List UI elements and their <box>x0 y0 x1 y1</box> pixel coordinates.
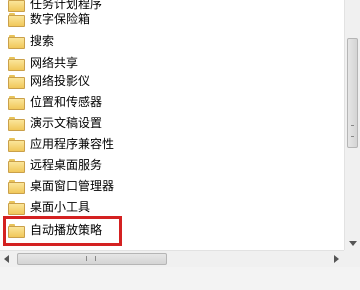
scroll-left-arrow-icon[interactable] <box>4 255 9 263</box>
tree-item-label: 应用程序兼容性 <box>30 137 115 151</box>
status-strip <box>0 267 360 290</box>
tree-item-network-projector[interactable]: 网络投影仪 <box>8 71 308 91</box>
horizontal-scroll-thumb[interactable] <box>17 253 167 265</box>
scrollbar-corner <box>344 250 360 267</box>
policy-folder-tree: 任务计划程序 数字保险箱 搜索 网络共享 网络投影仪 位置和传感器 演示文稿设置… <box>0 0 344 250</box>
folder-icon <box>8 137 25 152</box>
tree-item-desktop-gadgets[interactable]: 桌面小工具 <box>8 197 308 217</box>
tree-item-label: 位置和传感器 <box>30 95 103 109</box>
tree-item-desktop-window-manager[interactable]: 桌面窗口管理器 <box>8 176 308 196</box>
vertical-scroll-thumb[interactable] <box>347 38 358 148</box>
tree-item-app-compatibility[interactable]: 应用程序兼容性 <box>8 134 308 154</box>
highlight-box <box>3 216 122 246</box>
tree-item-remote-desktop[interactable]: 远程桌面服务 <box>8 155 308 175</box>
tree-item-label: 搜索 <box>30 34 55 48</box>
folder-icon <box>8 179 25 194</box>
tree-item-label: 数字保险箱 <box>30 12 91 26</box>
grip-icon <box>351 125 354 137</box>
scroll-down-arrow-icon[interactable] <box>349 241 357 246</box>
folder-icon <box>8 12 25 27</box>
tree-item-location-sensors[interactable]: 位置和传感器 <box>8 92 308 112</box>
tree-item-label: 桌面窗口管理器 <box>30 179 115 193</box>
folder-icon <box>8 95 25 110</box>
horizontal-scrollbar[interactable] <box>0 250 344 267</box>
tree-item-digital-locker[interactable]: 数字保险箱 <box>8 9 308 29</box>
grip-icon <box>86 256 96 261</box>
vertical-scrollbar[interactable] <box>344 0 360 250</box>
tree-item-presentation-settings[interactable]: 演示文稿设置 <box>8 113 308 133</box>
folder-icon <box>8 116 25 131</box>
tree-item-search[interactable]: 搜索 <box>8 31 308 51</box>
folder-icon <box>8 34 25 49</box>
tree-item-label: 演示文稿设置 <box>30 116 103 130</box>
tree-item-label: 网络共享 <box>30 56 79 70</box>
tree-item-label: 远程桌面服务 <box>30 158 103 172</box>
tree-item-label: 网络投影仪 <box>30 74 91 88</box>
tree-item-network-sharing[interactable]: 网络共享 <box>8 53 308 73</box>
folder-icon <box>8 158 25 173</box>
scroll-right-arrow-icon[interactable] <box>334 255 339 263</box>
folder-icon <box>8 200 25 215</box>
folder-icon <box>8 74 25 89</box>
folder-icon <box>8 56 25 71</box>
tree-item-label: 桌面小工具 <box>30 200 91 214</box>
